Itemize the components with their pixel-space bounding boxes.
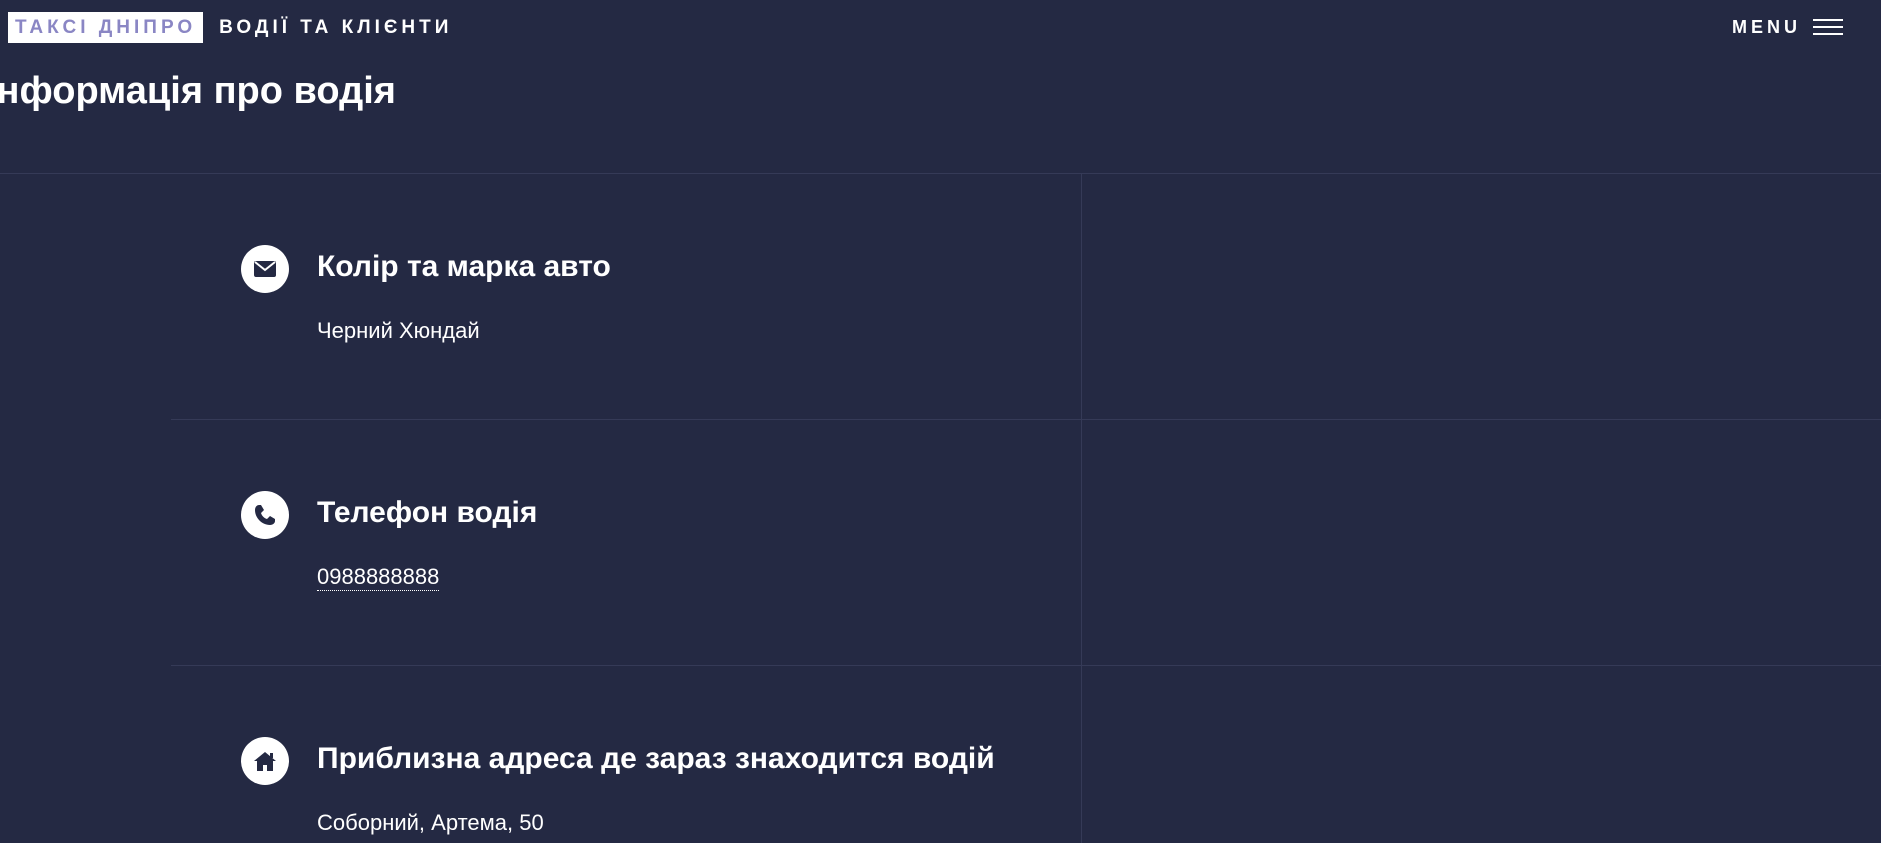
- driver-info-section: Колір та марка авто Черний Хюндай Телефо…: [171, 174, 1881, 843]
- page: ТАКСІ ДНІПРО ВОДІЇ ТА КЛІЄНТИ MENU Інфор…: [0, 0, 1881, 843]
- page-title: Інформація про водія: [0, 70, 396, 112]
- logo-primary: ТАКСІ ДНІПРО: [8, 12, 204, 43]
- address-value: Соборний, Артема, 50: [317, 810, 544, 835]
- info-row-car: Колір та марка авто Черний Хюндай: [171, 174, 1881, 420]
- menu-toggle-button[interactable]: MENU: [1732, 14, 1843, 40]
- car-value: Черний Хюндай: [317, 318, 480, 343]
- logo-secondary: ВОДІЇ ТА КЛІЄНТИ: [219, 17, 453, 38]
- car-title: Колір та марка авто: [317, 250, 611, 283]
- logo-link[interactable]: ТАКСІ ДНІПРО ВОДІЇ ТА КЛІЄНТИ: [8, 12, 452, 43]
- site-header: ТАКСІ ДНІПРО ВОДІЇ ТА КЛІЄНТИ MENU: [0, 0, 1881, 54]
- phone-icon: [241, 491, 289, 539]
- info-row-phone: Телефон водія 0988888888: [171, 420, 1881, 666]
- hamburger-menu-icon: [1813, 19, 1843, 35]
- menu-label: MENU: [1732, 16, 1801, 37]
- home-icon: [241, 737, 289, 785]
- envelope-icon: [241, 245, 289, 293]
- phone-link[interactable]: 0988888888: [317, 564, 440, 591]
- phone-title: Телефон водія: [317, 496, 538, 529]
- info-row-address: Приблизна адреса де зараз знаходится вод…: [171, 666, 1881, 843]
- address-title: Приблизна адреса де зараз знаходится вод…: [317, 742, 995, 775]
